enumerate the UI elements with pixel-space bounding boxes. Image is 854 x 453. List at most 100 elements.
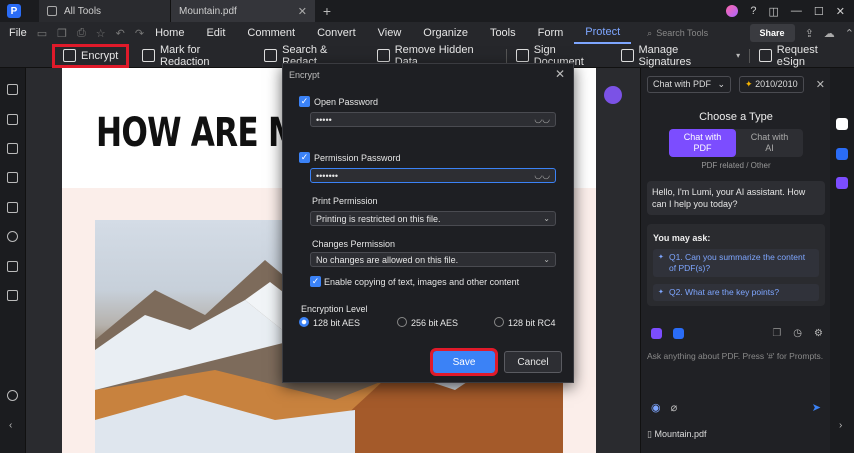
- menu-comment[interactable]: Comment: [236, 22, 306, 44]
- type-chat-pdf[interactable]: Chat with PDF: [669, 129, 736, 157]
- close-window-icon[interactable]: ✕: [836, 5, 845, 18]
- encryption-level-label: Encryption Level: [301, 304, 368, 314]
- new-tab-icon[interactable]: +: [315, 3, 339, 19]
- attachment-icon[interactable]: [7, 202, 18, 213]
- open-password-field[interactable]: ••••• ◡◡: [310, 112, 556, 127]
- menu-form[interactable]: Form: [527, 22, 575, 44]
- sign-icon: [515, 49, 529, 62]
- ai-assistant-icon[interactable]: [604, 86, 622, 104]
- cloud-icon[interactable]: ☁: [824, 27, 835, 40]
- enable-copying-checkbox[interactable]: ✓: [310, 276, 321, 287]
- suggestion-q2[interactable]: Q2. What are the key points?: [653, 284, 819, 301]
- ai-chat-icon[interactable]: [836, 118, 848, 130]
- avatar[interactable]: [726, 5, 739, 17]
- window-controls: ? ◫ — ☐ ✕: [726, 5, 854, 18]
- request-esign-label: Request eSign: [776, 43, 818, 68]
- type-chat-ai[interactable]: Chat with AI: [736, 129, 803, 157]
- lightbulb-icon[interactable]: ◉: [651, 401, 661, 414]
- request-esign-button[interactable]: Request eSign: [752, 43, 854, 68]
- radio-128-rc4[interactable]: [494, 317, 504, 327]
- menu-file[interactable]: File: [9, 27, 31, 39]
- menu-tools[interactable]: Tools: [479, 22, 527, 44]
- page-icon[interactable]: [7, 84, 18, 95]
- notification-icon[interactable]: ◫: [769, 5, 779, 18]
- esign-icon: [759, 49, 772, 62]
- tab-all-tools[interactable]: All Tools: [39, 0, 171, 22]
- radio-256-aes[interactable]: [397, 317, 407, 327]
- menu-home[interactable]: Home: [144, 22, 195, 44]
- print-permission-select[interactable]: Printing is restricted on this file. ⌄: [310, 211, 556, 226]
- menu-organize[interactable]: Organize: [412, 22, 479, 44]
- share-button[interactable]: Share: [749, 24, 795, 42]
- menu-view[interactable]: View: [367, 22, 413, 44]
- encrypt-label: Encrypt: [81, 49, 119, 62]
- changes-permission-label: Changes Permission: [312, 239, 396, 249]
- save-icon[interactable]: ▭: [37, 27, 47, 40]
- menu-convert[interactable]: Convert: [306, 22, 367, 44]
- radio-128-aes[interactable]: [299, 317, 309, 327]
- star-icon[interactable]: ☆: [96, 27, 106, 40]
- copy-icon[interactable]: ❐: [57, 27, 67, 40]
- search-tools-input[interactable]: ⌕ Search Tools: [647, 28, 721, 39]
- collapse-icon[interactable]: ⌃: [845, 27, 854, 40]
- cancel-button[interactable]: Cancel: [504, 351, 562, 373]
- settings-icon[interactable]: ⚙: [814, 328, 823, 339]
- layers-icon[interactable]: [7, 261, 18, 272]
- search-icon[interactable]: [7, 231, 18, 242]
- help-icon[interactable]: ?: [750, 5, 756, 17]
- blue-tool-icon[interactable]: [673, 328, 684, 339]
- eye-hide-icon[interactable]: ◡◡: [534, 170, 550, 181]
- bookmark-icon[interactable]: [7, 114, 18, 125]
- credits-badge[interactable]: ✦ 2010/2010: [739, 76, 804, 93]
- open-password-checkbox[interactable]: ✓: [299, 96, 310, 107]
- print-icon[interactable]: ⎙: [77, 27, 86, 40]
- screenshot-icon[interactable]: ❐: [772, 328, 781, 339]
- suggestion-q1[interactable]: Q1. Can you summarize the content of PDF…: [653, 249, 819, 277]
- close-icon[interactable]: ✕: [555, 67, 565, 81]
- translate-icon[interactable]: [836, 148, 848, 160]
- chevron-down-icon: ⌄: [717, 79, 725, 89]
- eye-hide-icon[interactable]: ◡◡: [534, 114, 550, 125]
- mark-redaction-button[interactable]: Mark for Redaction: [135, 44, 257, 68]
- history-icon[interactable]: ◷: [793, 328, 802, 339]
- upload-icon[interactable]: ⇪: [805, 27, 814, 40]
- maximize-icon[interactable]: ☐: [814, 5, 824, 18]
- attached-file[interactable]: ▯ Mountain.pdf: [647, 429, 707, 440]
- dialog-title: Encrypt: [289, 70, 320, 80]
- chevron-left-icon[interactable]: ‹: [9, 420, 12, 431]
- thumbnails-icon[interactable]: [7, 172, 18, 183]
- save-button[interactable]: Save: [430, 348, 498, 376]
- encrypt-button[interactable]: Encrypt: [52, 43, 130, 68]
- choose-type-heading: Choose a Type: [699, 111, 773, 123]
- checklist-icon[interactable]: [836, 177, 848, 189]
- app-logo: P: [7, 4, 21, 18]
- minimize-icon[interactable]: —: [791, 5, 802, 17]
- menu-protect[interactable]: Protect: [574, 22, 632, 44]
- comment-icon[interactable]: [7, 143, 18, 154]
- signatures-icon: [620, 49, 634, 62]
- mode-select[interactable]: Chat with PDF ⌄: [647, 76, 731, 93]
- menu-edit[interactable]: Edit: [195, 22, 236, 44]
- purple-tool-icon[interactable]: [651, 328, 662, 339]
- send-icon[interactable]: ➤: [812, 401, 821, 414]
- redo-icon[interactable]: ↷: [135, 27, 144, 40]
- help-icon[interactable]: [7, 390, 18, 401]
- quick-access: ▭ ❐ ⎙ ☆ ↶ ↷: [37, 27, 144, 40]
- close-icon[interactable]: ✕: [816, 78, 825, 91]
- permission-password-field[interactable]: ••••••• ◡◡: [310, 168, 556, 183]
- close-tab-icon[interactable]: ✕: [298, 5, 307, 18]
- attach-icon[interactable]: ⌀: [671, 401, 678, 414]
- changes-permission-select[interactable]: No changes are allowed on this file. ⌄: [310, 252, 556, 267]
- manage-signatures-button[interactable]: Manage Signatures ▾: [614, 44, 747, 68]
- chevron-right-icon[interactable]: ›: [839, 420, 842, 431]
- encrypt-dialog: Encrypt ✕ ✓ Open Password ••••• ◡◡ ✓ Per…: [282, 63, 574, 383]
- undo-icon[interactable]: ↶: [116, 27, 125, 40]
- coin-icon: ✦: [745, 79, 753, 89]
- tab-document[interactable]: Mountain.pdf ✕: [171, 0, 315, 22]
- divider: [749, 48, 751, 63]
- ai-prompt-input[interactable]: Ask anything about PDF. Press '#' for Pr…: [647, 351, 823, 361]
- permission-password-checkbox[interactable]: ✓: [299, 152, 310, 163]
- type-segmented-control: Chat with PDF Chat with AI: [669, 129, 803, 157]
- permission-password-label: Permission Password: [314, 153, 401, 163]
- signature-icon[interactable]: [7, 290, 18, 301]
